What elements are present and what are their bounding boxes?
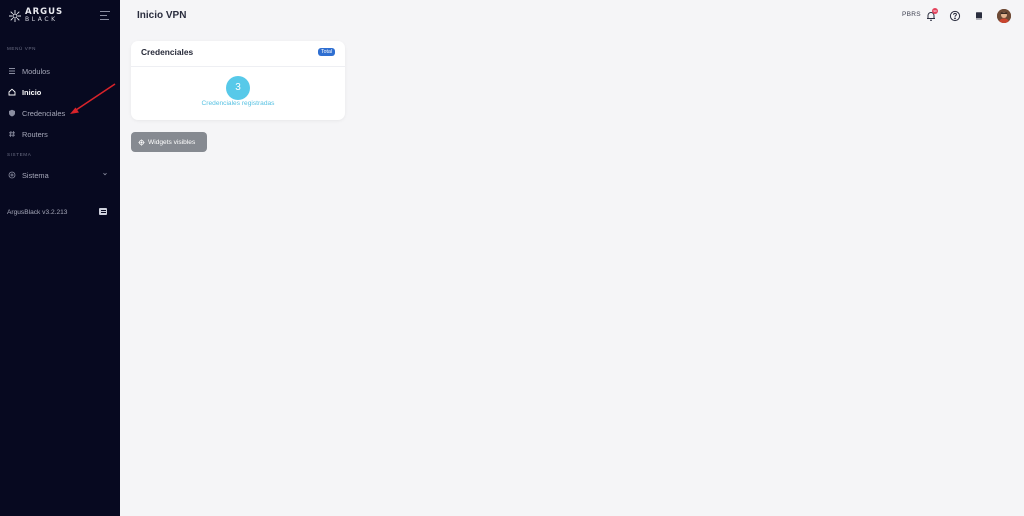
total-badge: Total [318, 48, 335, 56]
card-divider [131, 66, 345, 67]
gear-icon [8, 171, 16, 179]
sidebar: ARGUS BLACK MENÚ VPN Modulos Inicio Cred… [0, 0, 120, 516]
logo-text-secondary: BLACK [25, 16, 58, 23]
sidebar-item-credenciales[interactable]: Credenciales [8, 107, 112, 119]
logo-text-primary: ARGUS [25, 7, 64, 17]
sidebar-item-label: Inicio [22, 87, 42, 97]
hash-icon [9, 130, 15, 138]
widgets-button-label: Widgets visibles [148, 138, 196, 146]
user-avatar[interactable] [997, 9, 1011, 23]
app-version: ArgusBlack v3.2.213 [7, 209, 68, 216]
sidebar-item-label: Modulos [22, 66, 50, 76]
sidebar-item-sistema[interactable]: Sistema [8, 169, 112, 181]
sidebar-item-routers[interactable]: Routers [8, 128, 112, 140]
app-logo[interactable]: ARGUS BLACK [8, 7, 64, 23]
shield-icon [9, 109, 15, 117]
organization-code[interactable]: PBRS [902, 11, 921, 18]
sidebar-item-label: Sistema [22, 170, 49, 180]
sidebar-item-inicio[interactable]: Inicio [8, 86, 112, 98]
changelog-icon[interactable] [99, 208, 107, 215]
home-icon [8, 88, 16, 96]
notification-badge: 99 [932, 8, 938, 14]
sidebar-item-label: Routers [22, 129, 48, 139]
sidebar-toggle-menu-icon[interactable] [100, 11, 110, 20]
chevron-down-icon [103, 172, 107, 176]
section-label-menu: MENÚ VPN [7, 46, 37, 51]
grid-icon [9, 68, 15, 74]
settings-icon [138, 138, 145, 146]
sidebar-item-modulos[interactable]: Modulos [8, 65, 112, 77]
credentials-count: 3 [226, 76, 250, 100]
argus-logo-icon [9, 10, 21, 22]
page-title: Inicio VPN [137, 10, 187, 21]
help-icon[interactable] [949, 10, 961, 22]
card-title: Credenciales [141, 47, 194, 57]
sidebar-item-label: Credenciales [22, 108, 66, 118]
book-icon[interactable] [973, 10, 985, 22]
credentials-count-label: Credenciales registradas [201, 100, 275, 107]
visible-widgets-button[interactable]: Widgets visibles [131, 132, 207, 152]
section-label-system: SISTEMA [7, 152, 32, 157]
credentials-card: Credenciales Total 3 Credenciales regist… [131, 41, 345, 120]
